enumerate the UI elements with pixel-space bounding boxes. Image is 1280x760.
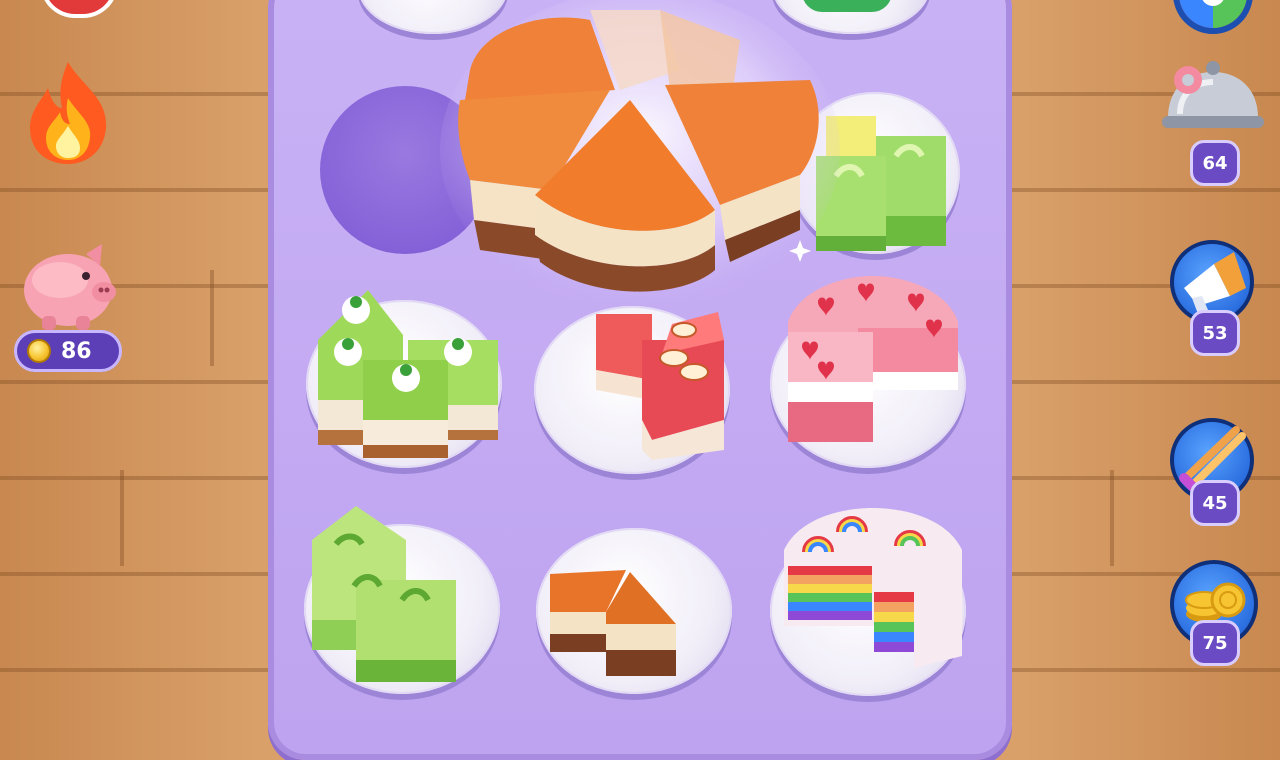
matcha-cream-cake[interactable] <box>308 280 508 474</box>
fire-icon[interactable] <box>22 58 114 170</box>
color-wheel-icon[interactable] <box>1170 0 1256 40</box>
top-left-button[interactable] <box>40 0 118 18</box>
wood-seam <box>120 470 124 566</box>
small-orange-cake[interactable] <box>546 564 686 688</box>
megaphone-icon <box>1184 252 1246 314</box>
wood-seam <box>210 270 214 366</box>
booster-count: 53 <box>1190 310 1240 356</box>
coin-counter: 86 <box>14 330 122 372</box>
rainbow-cake[interactable] <box>778 506 968 680</box>
piggy-bank-icon[interactable] <box>16 240 116 336</box>
kiwi-cake[interactable] <box>306 500 466 694</box>
wood-seam <box>1110 470 1114 566</box>
booster-count: 75 <box>1190 620 1240 666</box>
strawberry-heart-cake[interactable] <box>778 272 968 456</box>
apple-slice-cake[interactable] <box>592 300 732 464</box>
coin-count: 86 <box>61 338 92 364</box>
coin-icon <box>27 339 51 363</box>
booster-count: 45 <box>1190 480 1240 526</box>
serving-dome-icon[interactable] <box>1158 58 1268 142</box>
booster-count: 64 <box>1190 140 1240 186</box>
